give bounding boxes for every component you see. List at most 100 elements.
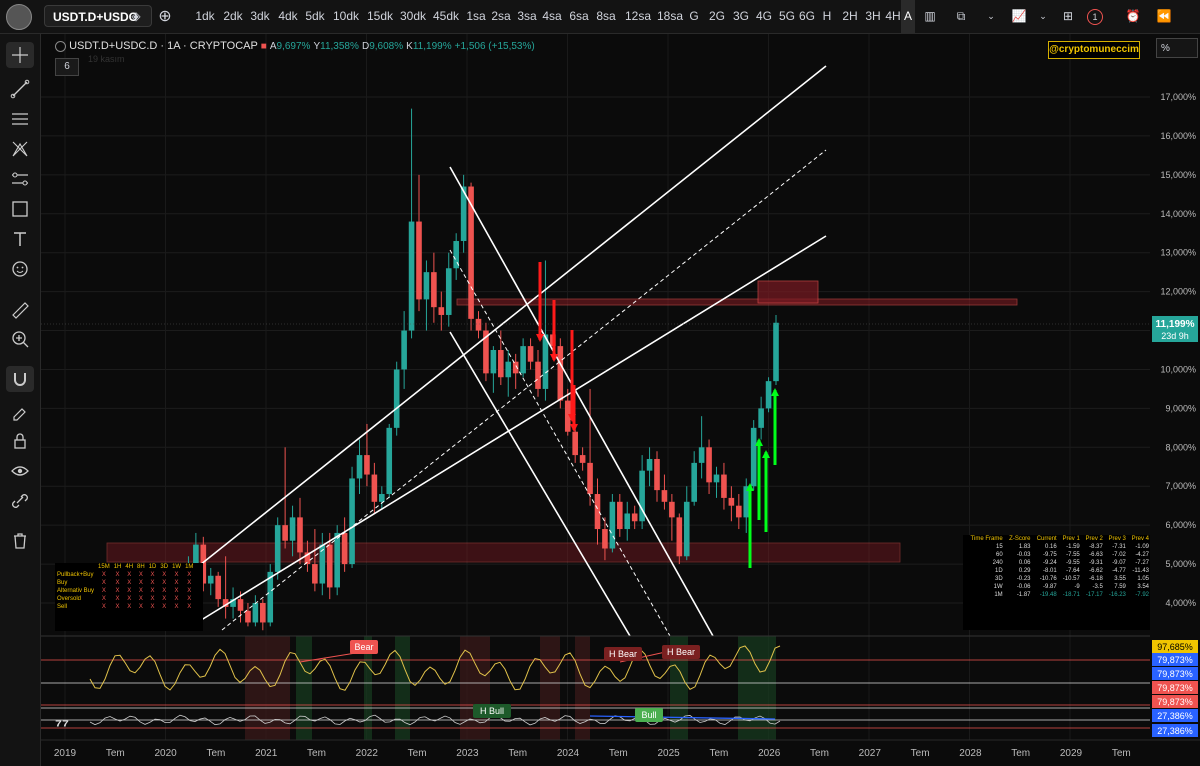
magnet-icon[interactable] xyxy=(6,366,34,392)
zscore-cell: -19.48 xyxy=(1039,592,1057,598)
pattern-icon[interactable] xyxy=(6,166,34,192)
indicator-count-toggle[interactable]: 6 xyxy=(55,58,79,76)
link-icon[interactable] xyxy=(6,488,34,514)
interval-15dk[interactable]: 15dk xyxy=(367,0,393,33)
interval-2H[interactable]: 2H xyxy=(838,0,862,33)
zscore-header-cell: Prev 4 xyxy=(1131,536,1149,542)
indicator-value-text: 79,873% xyxy=(1157,697,1193,707)
oscillator-pane: Bear H Bear H Bear H Bull Bull xyxy=(41,635,1150,729)
candle-body xyxy=(713,474,720,483)
interval-8sa[interactable]: 8sa xyxy=(594,0,618,33)
candle-body xyxy=(765,381,772,409)
candle-body xyxy=(624,513,631,530)
candle-body xyxy=(512,361,519,374)
candles-icon[interactable]: ⧉ xyxy=(952,0,970,33)
candle-body xyxy=(617,501,623,530)
percent-scale-button[interactable]: % xyxy=(1156,38,1198,58)
zscore-cell: 7.59 xyxy=(1114,584,1126,590)
rectangle-icon[interactable] xyxy=(6,196,34,222)
replay-icon[interactable]: ⏪ xyxy=(1153,0,1175,33)
user-avatar[interactable] xyxy=(6,4,32,30)
interval-1sa[interactable]: 1sa xyxy=(464,0,488,33)
signal-cell: X xyxy=(115,588,120,594)
price-tick: 4,000% xyxy=(1165,598,1196,608)
interval-3G[interactable]: 3G xyxy=(729,0,753,33)
interval-H[interactable]: H xyxy=(815,0,839,33)
hbear-label-1-text: H Bear xyxy=(609,649,637,659)
chart-legend: USDT.D+USDC.D · 1A · CRYPTOCAP ■ A9,697%… xyxy=(55,40,535,52)
price-tick: 5,000% xyxy=(1165,559,1196,569)
price-chart[interactable]: Bear H Bear H Bear H Bull Bull 17,000% 16,000… xyxy=(41,34,1200,766)
symbol-label: USDT.D+USDC xyxy=(53,10,138,24)
lock-icon[interactable] xyxy=(6,428,34,454)
layouts-icon[interactable]: ⊞ xyxy=(1057,0,1079,33)
signal-arrows xyxy=(536,262,779,568)
zscore-cell: 0.16 xyxy=(1045,544,1057,550)
indicator-value-text: 79,873% xyxy=(1157,655,1193,665)
alarm-icon[interactable]: ⏰ xyxy=(1122,0,1144,33)
zscore-row: 3D -0.23 -10.76 -10.57 -6.18 3.55 1.05 xyxy=(963,575,1150,583)
trash-icon[interactable] xyxy=(6,528,34,554)
interval-2sa[interactable]: 2sa xyxy=(489,0,513,33)
chevron-down-icon[interactable]: ⌄ xyxy=(985,0,997,33)
signal-row-label: Pullback+Buy xyxy=(57,572,94,578)
interval-A[interactable]: A xyxy=(901,0,915,33)
interval-G[interactable]: G xyxy=(682,0,706,33)
candle-body xyxy=(602,529,608,549)
signal-header-row: 15M 1H 4H 8H 1D 3D 1W 1M xyxy=(55,563,195,571)
horizontal-lines-icon[interactable] xyxy=(6,106,34,132)
candle-body xyxy=(386,427,393,495)
ruler-icon[interactable] xyxy=(6,296,34,322)
crosshair-icon[interactable] xyxy=(6,42,34,68)
hbull-label-text: H Bull xyxy=(480,706,504,716)
trend-line-icon[interactable] xyxy=(6,76,34,102)
interval-3sa[interactable]: 3sa xyxy=(515,0,539,33)
signal-cell: X xyxy=(150,604,155,610)
draw-lock-icon[interactable] xyxy=(6,398,34,424)
signal-header-cell: 4H xyxy=(125,564,134,570)
interval-4dk[interactable]: 4dk xyxy=(276,0,300,33)
author-tag: @cryptomuneccim xyxy=(1048,41,1140,59)
zoom-in-icon[interactable] xyxy=(6,326,34,352)
time-tick: Tem xyxy=(609,748,628,759)
indicators-icon[interactable]: 📈 xyxy=(1008,0,1030,33)
signal-cell: X xyxy=(138,588,143,594)
zscore-cell: -6.18 xyxy=(1089,576,1103,582)
bar-style-icon[interactable]: ▥ xyxy=(921,0,939,33)
interval-10dk[interactable]: 10dk xyxy=(333,0,359,33)
alerts-count-badge[interactable]: 1 xyxy=(1086,0,1104,33)
interval-3dk[interactable]: 3dk xyxy=(248,0,272,33)
signal-cell: X xyxy=(187,580,192,586)
signal-cell: X xyxy=(127,580,132,586)
interval-2dk[interactable]: 2dk xyxy=(221,0,245,33)
chevron-down-icon[interactable]: ⌄ xyxy=(1037,0,1049,33)
interval-4sa[interactable]: 4sa xyxy=(540,0,564,33)
time-tick: Tem xyxy=(408,748,427,759)
candle-body xyxy=(341,532,348,565)
interval-5dk[interactable]: 5dk xyxy=(303,0,327,33)
interval-6sa[interactable]: 6sa xyxy=(567,0,591,33)
interval-18sa[interactable]: 18sa xyxy=(657,0,683,33)
eye-icon[interactable] xyxy=(6,458,34,484)
candle-body xyxy=(669,501,675,518)
interval-4G[interactable]: 4G xyxy=(752,0,776,33)
candle-body xyxy=(587,462,593,495)
time-tick: Tem xyxy=(810,748,829,759)
down-channel-mid xyxy=(449,249,671,637)
interval-1dk[interactable]: 1dk xyxy=(193,0,217,33)
pitchfork-icon[interactable] xyxy=(6,136,34,162)
zscore-cell: -1.09 xyxy=(1135,544,1149,550)
zscore-cell: -9.07 xyxy=(1112,560,1126,566)
emoji-icon[interactable] xyxy=(6,256,34,282)
interval-2G[interactable]: 2G xyxy=(705,0,729,33)
add-symbol-icon[interactable]: ⊕ xyxy=(154,0,176,33)
text-icon[interactable] xyxy=(6,226,34,252)
interval-30dk[interactable]: 30dk xyxy=(400,0,426,33)
compare-icon[interactable]: ◈ xyxy=(127,0,145,33)
signal-cell: X xyxy=(187,572,192,578)
zscore-cell: 1.83 xyxy=(1018,544,1031,550)
interval-45dk[interactable]: 45dk xyxy=(433,0,459,33)
interval-12sa[interactable]: 12sa xyxy=(625,0,651,33)
time-tick: 2026 xyxy=(758,748,781,759)
zscore-cell: -7.02 xyxy=(1112,552,1126,558)
